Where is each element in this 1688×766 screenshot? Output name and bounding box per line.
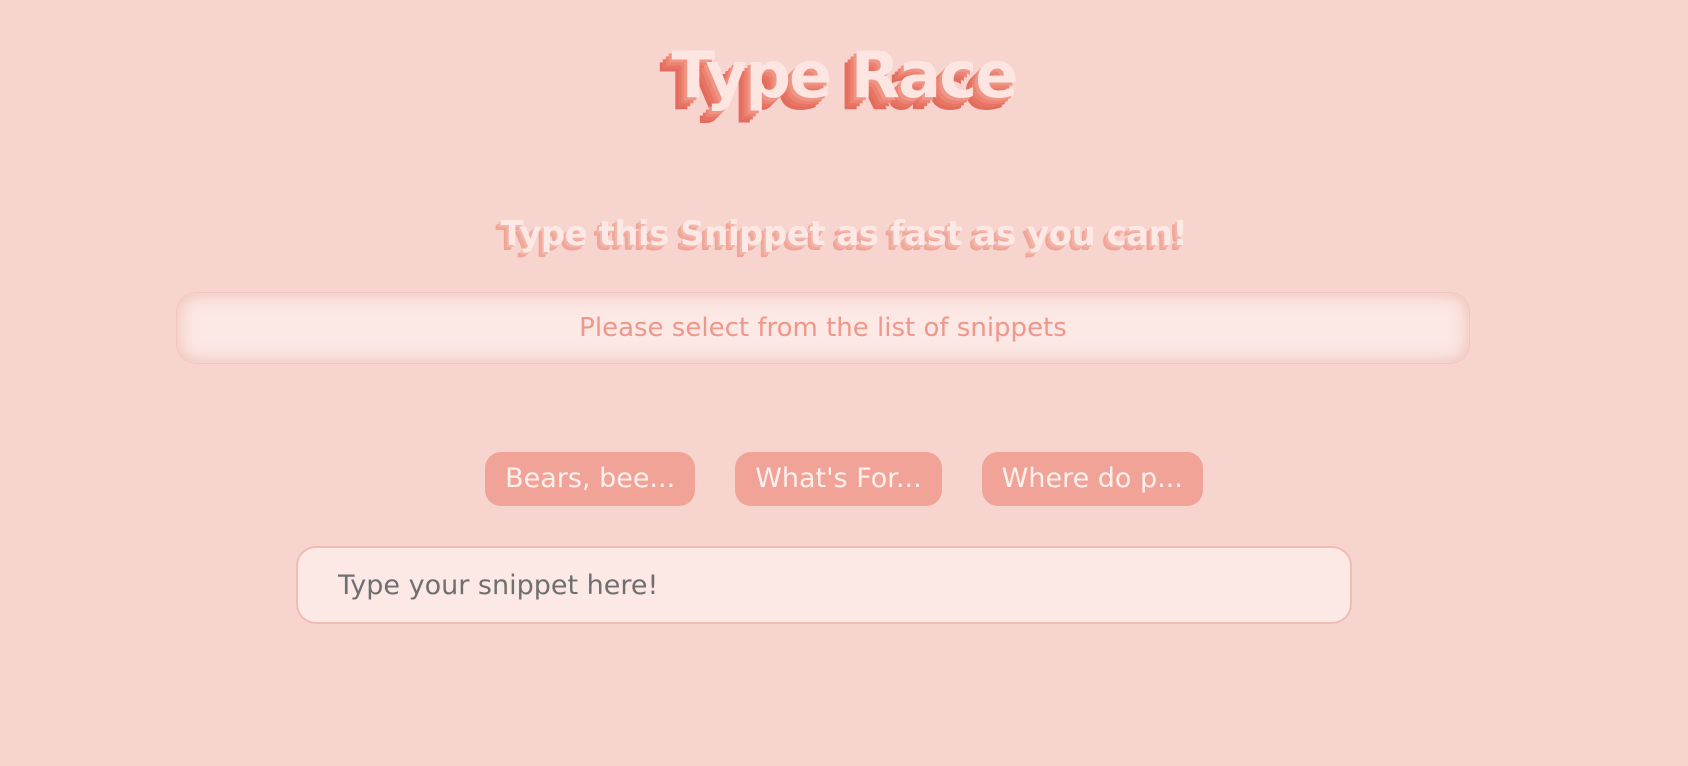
- snippet-display: Please select from the list of snippets: [176, 292, 1470, 364]
- snippet-button-list: Bears, bee... What's For... Where do p..…: [0, 452, 1688, 506]
- type-race-app: Type Race Type this Snippet as fast as y…: [0, 0, 1688, 766]
- snippet-button-where-do[interactable]: Where do p...: [981, 452, 1203, 506]
- snippet-button-bears[interactable]: Bears, bee...: [485, 452, 696, 506]
- snippet-button-whats-for[interactable]: What's For...: [735, 452, 942, 506]
- instruction-heading: Type this Snippet as fast as you can!: [500, 214, 1188, 254]
- snippet-display-text: Please select from the list of snippets: [579, 313, 1067, 343]
- page-title: Type Race: [671, 39, 1018, 113]
- snippet-typing-input[interactable]: [296, 546, 1352, 624]
